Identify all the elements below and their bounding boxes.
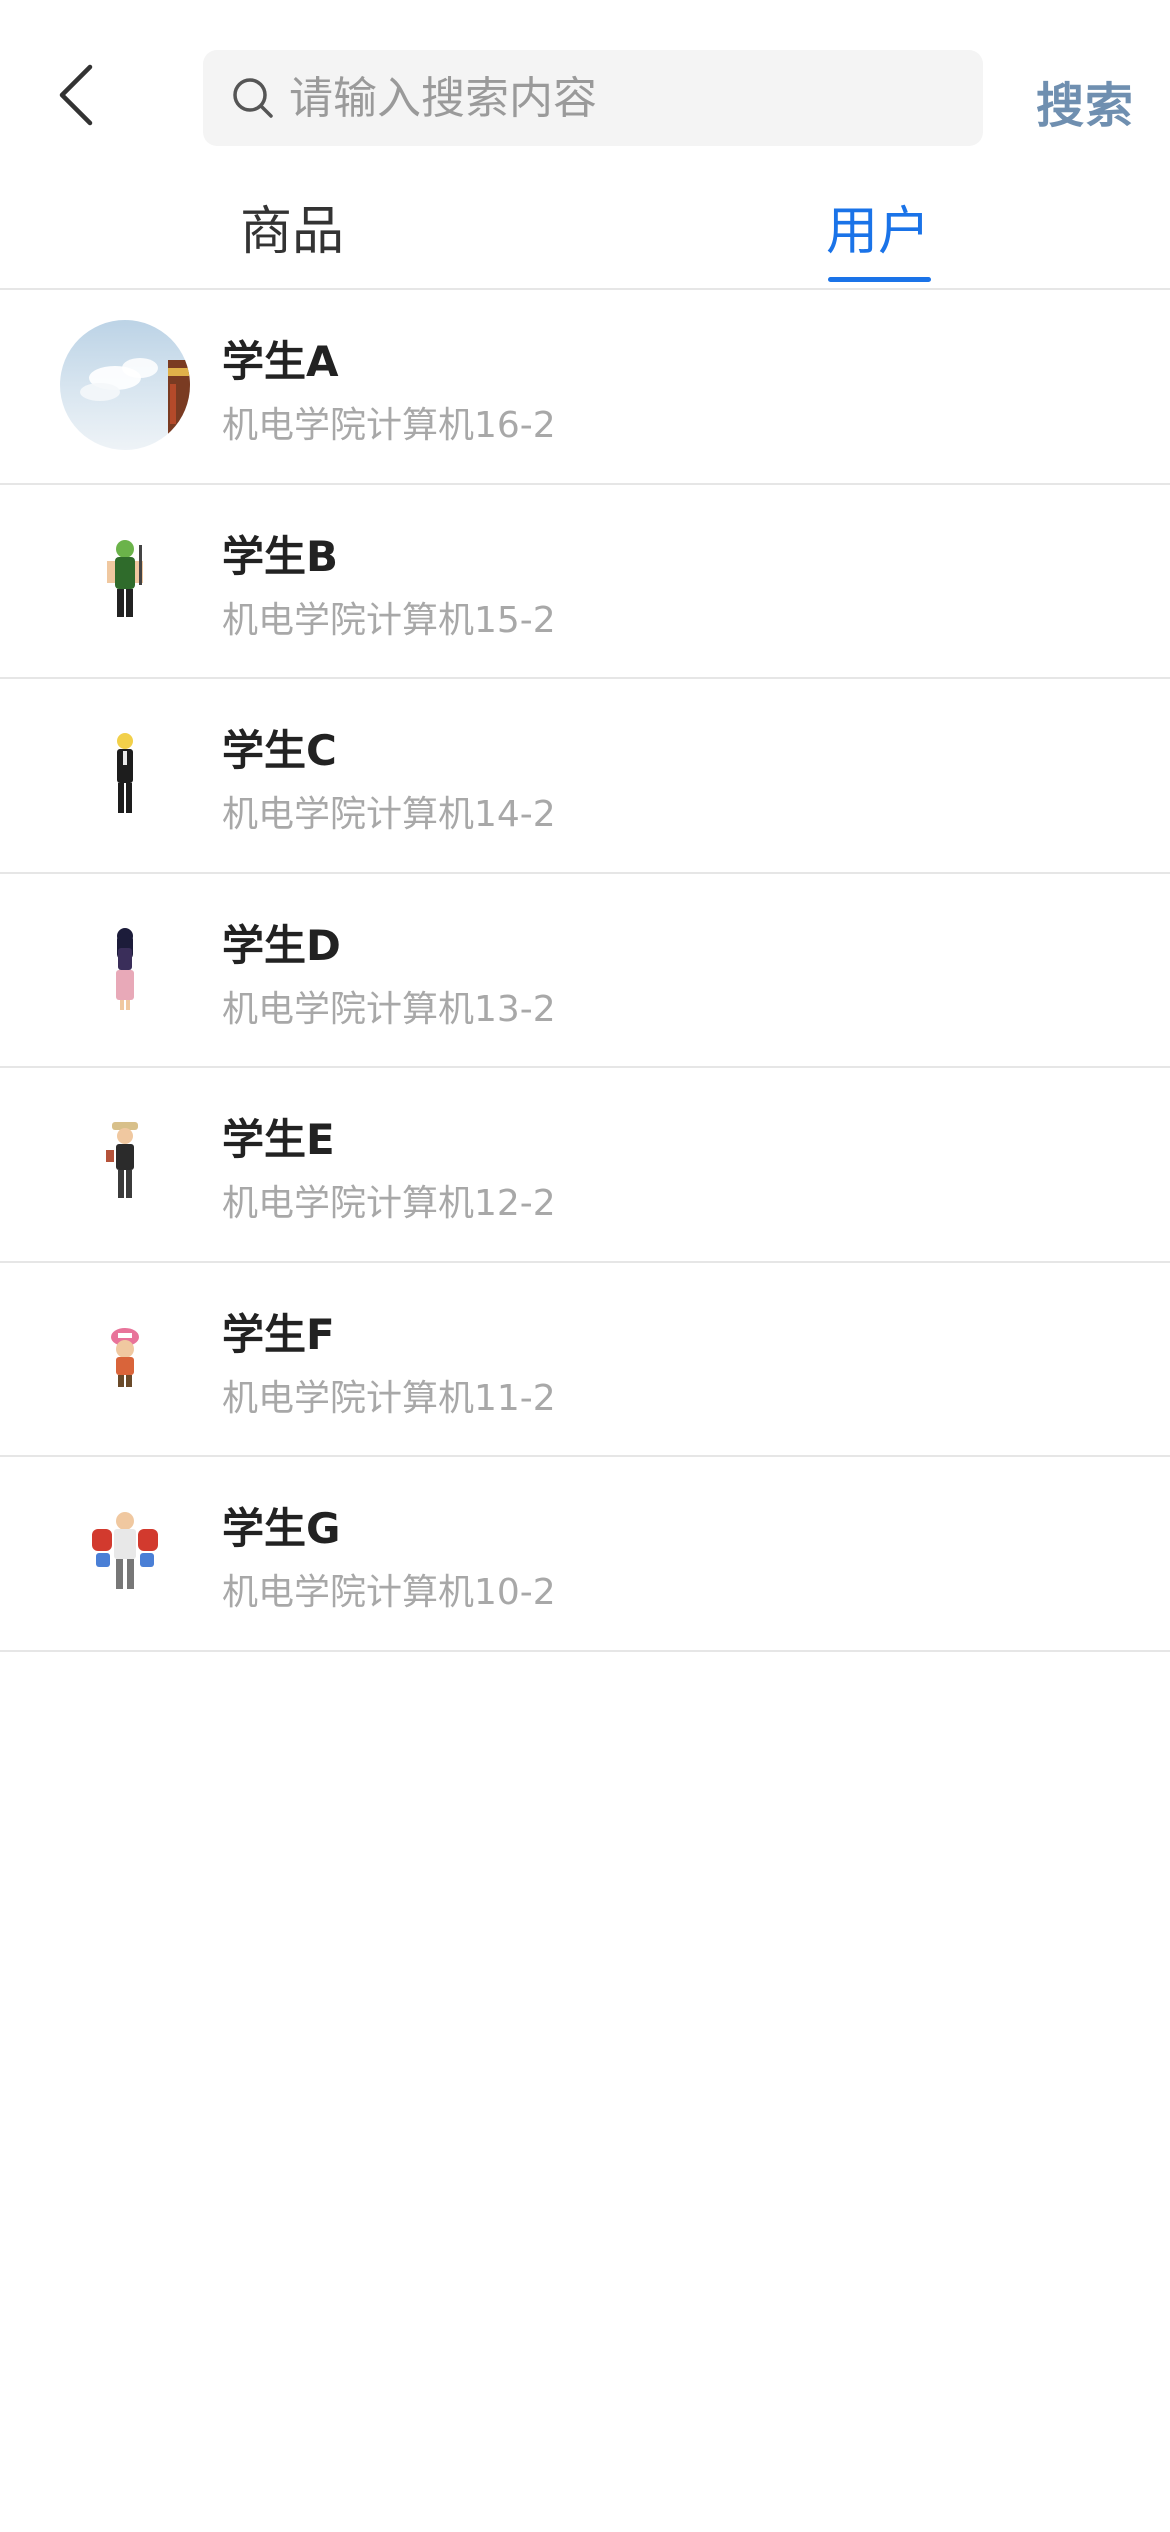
avatar bbox=[60, 1098, 190, 1228]
user-info: 机电学院计算机13-2 bbox=[222, 988, 556, 1030]
search-icon bbox=[229, 74, 277, 122]
tab-bar: 商品 用户 bbox=[0, 175, 1170, 290]
user-info: 机电学院计算机16-2 bbox=[222, 405, 556, 446]
user-row-e[interactable]: 学生E 机电学院计算机12-2 bbox=[0, 1068, 1170, 1263]
suit-character-avatar-icon bbox=[117, 733, 133, 813]
user-name: 学生G bbox=[222, 1504, 341, 1553]
tab-goods[interactable]: 商品 bbox=[240, 189, 344, 279]
reindeer-character-avatar-icon bbox=[111, 1327, 139, 1387]
swordsman-character-avatar-icon bbox=[107, 539, 143, 617]
avatar bbox=[60, 515, 190, 645]
user-info: 机电学院计算机12-2 bbox=[222, 1183, 556, 1224]
user-list: 学生A 机电学院计算机16-2 学生B 机电学院计算机15-2 学生C 机电学院… bbox=[0, 290, 1170, 1652]
avatar bbox=[60, 709, 190, 839]
avatar bbox=[60, 320, 190, 450]
active-tab-indicator bbox=[828, 277, 931, 282]
search-input[interactable] bbox=[289, 58, 949, 138]
user-row-c[interactable]: 学生C 机电学院计算机14-2 bbox=[0, 679, 1170, 874]
user-name: 学生C bbox=[222, 726, 337, 775]
user-row-b[interactable]: 学生B 机电学院计算机15-2 bbox=[0, 485, 1170, 679]
dark-hair-character-avatar-icon bbox=[116, 927, 134, 1010]
user-info: 机电学院计算机10-2 bbox=[222, 1572, 556, 1613]
avatar bbox=[60, 1293, 190, 1423]
user-name: 学生F bbox=[222, 1309, 335, 1359]
user-info: 机电学院计算机15-2 bbox=[222, 599, 556, 641]
avatar bbox=[60, 1487, 190, 1617]
user-name: 学生D bbox=[222, 920, 341, 970]
user-row-f[interactable]: 学生F 机电学院计算机11-2 bbox=[0, 1263, 1170, 1457]
hat-character-avatar-icon bbox=[106, 1122, 138, 1198]
user-row-a[interactable]: 学生A 机电学院计算机16-2 bbox=[0, 290, 1170, 485]
user-name: 学生E bbox=[222, 1115, 335, 1164]
search-button[interactable]: 搜索 bbox=[1036, 66, 1134, 136]
chevron-left-icon bbox=[59, 64, 93, 126]
user-info: 机电学院计算机11-2 bbox=[222, 1377, 556, 1419]
avatar bbox=[60, 904, 190, 1034]
back-button[interactable] bbox=[40, 50, 112, 140]
tab-users[interactable]: 用户 bbox=[826, 189, 930, 279]
user-row-d[interactable]: 学生D 机电学院计算机13-2 bbox=[0, 874, 1170, 1068]
search-box[interactable] bbox=[203, 50, 983, 146]
user-name: 学生B bbox=[222, 531, 339, 581]
user-name: 学生A bbox=[222, 337, 339, 386]
robot-character-avatar-icon bbox=[92, 1512, 158, 1589]
user-row-g[interactable]: 学生G 机电学院计算机10-2 bbox=[0, 1457, 1170, 1652]
sky-scene-avatar-icon bbox=[80, 358, 190, 450]
user-info: 机电学院计算机14-2 bbox=[222, 794, 556, 835]
top-bar: 搜索 bbox=[0, 0, 1170, 175]
